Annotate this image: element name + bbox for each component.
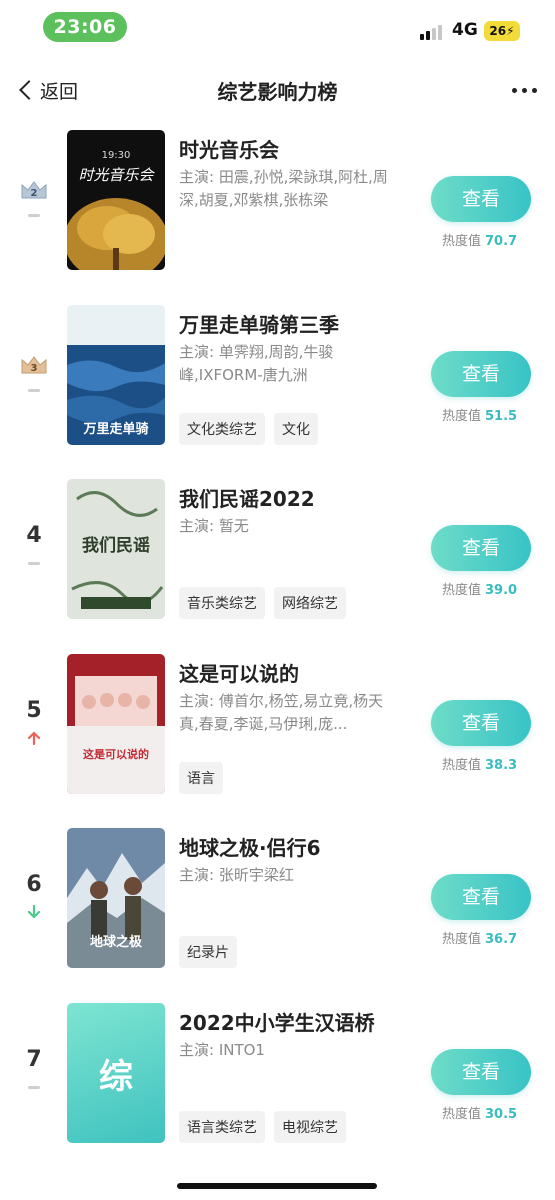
list-item[interactable]: 5 这是可以说的 这是可以说的 主演: 傅首尔,杨笠,易立竟,杨天真,春夏,李诞…	[0, 654, 555, 814]
nav-bar: 返回 综艺影响力榜	[0, 62, 555, 118]
trend-flat-icon	[28, 214, 40, 217]
silver-crown-icon: 2	[21, 181, 47, 199]
heat-number: 39.0	[485, 583, 518, 598]
show-title: 2022中小学生汉语桥	[179, 1011, 375, 1035]
show-title: 这是可以说的	[179, 662, 299, 686]
bronze-crown-icon: 3	[21, 356, 47, 374]
heat-number: 36.7	[485, 932, 518, 947]
rank-badge: 7	[14, 1047, 54, 1089]
heat-label: 热度值	[442, 583, 482, 598]
more-options-icon[interactable]	[512, 88, 537, 93]
rank-badge: 6	[14, 872, 54, 919]
show-title: 时光音乐会	[179, 138, 279, 162]
view-button[interactable]: 查看	[431, 525, 531, 571]
home-indicator[interactable]	[177, 1183, 377, 1189]
heat-label: 热度值	[442, 1107, 482, 1122]
rank-number: 6	[26, 872, 42, 897]
poster-title: 时光音乐会	[78, 166, 155, 184]
cast-text: 主演: 暂无	[179, 517, 249, 535]
cast-text: 主演: 傅首尔,杨笠,易立竟,杨天真,春夏,李诞,马伊琍,庞...	[179, 692, 384, 733]
show-title: 我们民谣2022	[179, 487, 315, 511]
heat-value: 热度值 39.0	[442, 579, 517, 598]
heat-number: 38.3	[485, 758, 518, 773]
poster-image[interactable]: 万里走单骑	[67, 305, 165, 445]
rank-number: 5	[26, 698, 42, 723]
battery-icon: 26⚡	[484, 21, 520, 41]
view-button[interactable]: 查看	[431, 874, 531, 920]
status-bar: 23:06 4G 26⚡	[0, 0, 555, 52]
trend-up-icon	[27, 731, 41, 745]
tag[interactable]: 网络综艺	[274, 587, 346, 619]
tag[interactable]: 音乐类综艺	[179, 587, 265, 619]
rank-badge: 3	[14, 355, 54, 392]
rank-number: 3	[31, 363, 38, 374]
poster-image[interactable]: 综	[67, 1003, 165, 1143]
cast-text: 主演: 田震,孙悦,梁詠琪,阿杜,周深,胡夏,邓紫棋,张栋梁	[179, 168, 388, 209]
heat-value: 热度值 51.5	[442, 405, 517, 424]
trend-flat-icon	[28, 562, 40, 565]
page-title: 综艺影响力榜	[217, 80, 338, 104]
heat-value: 热度值 36.7	[442, 928, 517, 947]
tag[interactable]: 文化类综艺	[179, 413, 265, 445]
tag[interactable]: 纪录片	[179, 936, 237, 968]
svg-text:19:30: 19:30	[102, 150, 131, 161]
rank-number: 2	[31, 188, 38, 199]
trend-flat-icon	[28, 389, 40, 392]
heat-label: 热度值	[442, 932, 482, 947]
rank-number: 7	[26, 1047, 42, 1072]
trend-down-icon	[27, 905, 41, 919]
tag[interactable]: 语言类综艺	[179, 1111, 265, 1143]
poster-image[interactable]: 地球之极	[67, 828, 165, 968]
show-title: 万里走单骑第三季	[179, 313, 339, 337]
poster-image[interactable]: 我们民谣	[67, 479, 165, 619]
show-title: 地球之极·侣行6	[179, 836, 321, 860]
list-item[interactable]: 6 地球之极 地球之极·侣行6 主演: 张昕宇梁红 纪录片 查看 热度值 36.7	[0, 828, 555, 988]
view-button[interactable]: 查看	[431, 1049, 531, 1095]
cast-text: 主演: 单霁翔,周韵,牛骏峰,IXFORM-唐九洲	[179, 343, 334, 384]
view-button[interactable]: 查看	[431, 700, 531, 746]
heat-number: 51.5	[485, 409, 518, 424]
heat-value: 热度值 38.3	[442, 754, 517, 773]
network-type: 4G	[452, 20, 478, 40]
heat-value: 热度值 30.5	[442, 1103, 517, 1122]
poster-title: 我们民谣	[82, 535, 150, 556]
rank-number: 4	[26, 523, 42, 548]
tag-list: 语言类综艺 电视综艺	[179, 1111, 346, 1143]
tag-list: 文化类综艺 文化	[179, 413, 318, 445]
tag-list: 纪录片	[179, 936, 237, 968]
tag[interactable]: 语言	[179, 762, 223, 794]
list-item[interactable]: 4 我们民谣 我们民谣2022 主演: 暂无 音乐类综艺 网络综艺 查看 热度值…	[0, 479, 555, 639]
cast-text: 主演: 张昕宇梁红	[179, 866, 294, 884]
list-item[interactable]: 2 19:30 时光音乐会 时光音乐会 主演: 田震,孙悦,梁詠琪,阿杜,周深,…	[0, 130, 555, 290]
poster-image[interactable]: 这是可以说的	[67, 654, 165, 794]
tag-list: 音乐类综艺 网络综艺	[179, 587, 346, 619]
signal-icon	[420, 24, 446, 40]
poster-title: 万里走单骑	[82, 421, 148, 437]
tag[interactable]: 文化	[274, 413, 318, 445]
heat-number: 70.7	[485, 234, 518, 249]
rank-badge: 5	[14, 698, 54, 745]
list-item[interactable]: 3 万里走单骑 万里走单骑第三季 主演: 单霁翔,周韵,牛骏峰,IXFORM-唐…	[0, 305, 555, 465]
cast-text: 主演: INTO1	[179, 1041, 265, 1059]
heat-number: 30.5	[485, 1107, 518, 1122]
trend-flat-icon	[28, 1086, 40, 1089]
tag[interactable]: 电视综艺	[274, 1111, 346, 1143]
rank-badge: 2	[14, 180, 54, 217]
view-button[interactable]: 查看	[431, 351, 531, 397]
list-item[interactable]: 7 综 2022中小学生汉语桥 主演: INTO1 语言类综艺 电视综艺 查看 …	[0, 1003, 555, 1163]
heat-label: 热度值	[442, 409, 482, 424]
heat-label: 热度值	[442, 234, 482, 249]
poster-title: 这是可以说的	[83, 747, 149, 761]
status-time: 23:06	[43, 12, 127, 42]
battery-level: 26	[489, 24, 507, 38]
tag-list: 语言	[179, 762, 223, 794]
heat-label: 热度值	[442, 758, 482, 773]
poster-title: 综	[99, 1057, 133, 1097]
rank-badge: 4	[14, 523, 54, 565]
poster-image[interactable]: 19:30 时光音乐会	[67, 130, 165, 270]
poster-title: 地球之极	[90, 934, 143, 950]
view-button[interactable]: 查看	[431, 176, 531, 222]
heat-value: 热度值 70.7	[442, 230, 517, 249]
